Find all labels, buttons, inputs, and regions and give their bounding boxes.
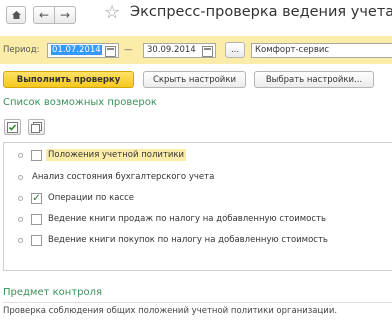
tree-bullet-icon (18, 238, 23, 243)
uncheck-all-icon (31, 121, 42, 133)
home-button[interactable] (6, 6, 26, 24)
run-check-button[interactable]: Выполнить проверку (3, 71, 134, 88)
organization-field[interactable]: Комфорт-сервис (251, 43, 392, 58)
calendar-icon[interactable] (105, 46, 116, 57)
arrow-left-icon: ← (38, 8, 50, 22)
tree-bullet-icon (18, 153, 23, 158)
home-icon (11, 11, 21, 19)
period-from-value: 01.07.2014 (51, 45, 102, 55)
checkbox[interactable] (31, 235, 42, 246)
hide-settings-button[interactable]: Скрыть настройки (143, 71, 246, 88)
list-item-label: Ведение книги продаж по налогу на добавл… (48, 214, 327, 224)
check-all-button[interactable] (4, 119, 21, 135)
checks-list[interactable]: Положения учетной политики Анализ состоя… (3, 142, 392, 271)
back-button[interactable]: ← (33, 6, 55, 24)
organization-value: Комфорт-сервис (255, 45, 330, 55)
checkbox[interactable] (31, 150, 42, 161)
tree-bullet-icon (18, 217, 23, 222)
period-select-button[interactable]: ... (225, 42, 245, 58)
period-dash: — (124, 45, 133, 55)
uncheck-all-button[interactable] (28, 119, 45, 135)
period-label: Период: (3, 45, 40, 55)
window-title: Экспресс-проверка ведения учета (130, 4, 392, 20)
tree-bullet-icon (18, 175, 23, 180)
list-item-label: Положения учетной политики (46, 149, 187, 161)
checks-section-title: Список возможных проверок (3, 97, 157, 108)
check-all-icon (7, 121, 18, 133)
favorite-star-icon[interactable]: ☆ (104, 2, 120, 23)
period-to-field[interactable]: 30.09.2014 (143, 43, 216, 58)
subject-section-title: Предмет контроля (3, 287, 103, 298)
list-item-label: Анализ состояния бухгалтерского учета (32, 172, 215, 182)
checkbox-checked[interactable]: ✓ (31, 193, 42, 204)
forward-button[interactable]: → (54, 6, 76, 24)
period-to-value: 30.09.2014 (147, 45, 196, 55)
subject-description: Проверка соблюдения общих положений учет… (3, 306, 338, 316)
checkbox[interactable] (31, 214, 42, 225)
arrow-right-icon: → (59, 8, 71, 22)
list-item-label: Ведение книги покупок по налогу на добав… (48, 235, 328, 245)
list-item-label: Операции по кассе (48, 193, 134, 203)
period-from-field[interactable]: 01.07.2014 (47, 43, 119, 58)
tree-bullet-icon (18, 196, 23, 201)
divider (3, 302, 392, 303)
choose-settings-button[interactable]: Выбрать настройки... (254, 71, 374, 88)
calendar-icon[interactable] (202, 46, 213, 57)
